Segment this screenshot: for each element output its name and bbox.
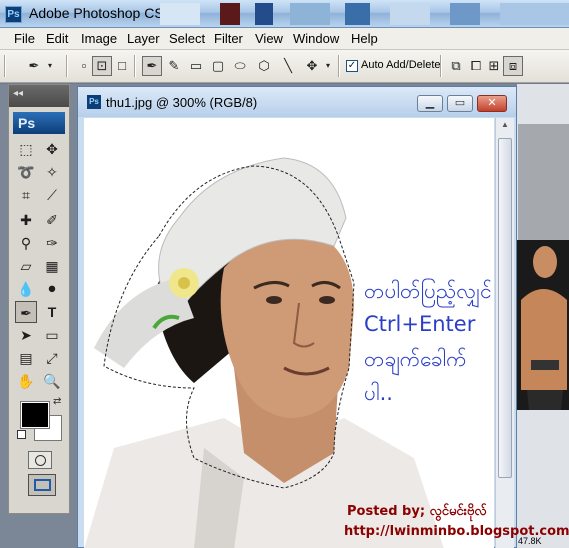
document-title-bar[interactable]: Ps thu1.jpg @ 300% (RGB/8) ▁ ▭ ✕ [78, 87, 516, 117]
marquee-tool-icon[interactable]: ⬚ [15, 138, 37, 160]
pen-tool-selected-icon[interactable]: ✒ [15, 301, 37, 323]
options-separator-2 [134, 55, 136, 77]
menu-filter[interactable]: Filter [214, 31, 243, 46]
document-icon: Ps [87, 95, 101, 109]
background-document-top [518, 124, 569, 240]
menu-view[interactable]: View [255, 31, 283, 46]
photoshop-app-window: Ps Adobe Photoshop CS3 File Edit Image L… [0, 0, 569, 548]
options-separator [66, 55, 68, 77]
menu-layer[interactable]: Layer [127, 31, 160, 46]
scroll-up-arrow-icon[interactable]: ▲ [498, 120, 512, 133]
maximize-button[interactable]: ▭ [447, 95, 473, 112]
paths-mode-icon[interactable]: ⊡ [92, 56, 112, 76]
menu-window[interactable]: Window [293, 31, 339, 46]
polygon-shape-icon[interactable]: ⬡ [254, 56, 274, 76]
screen-mode-button[interactable] [28, 474, 56, 496]
tool-options-bar: ✒ ▾ ▫ ⊡ □ ✒ ✎ ▭ ▢ ⬭ ⬡ ╲ ✥ ▾ ✓ Auto Add/D… [0, 50, 569, 83]
pen-tool-preset-icon[interactable]: ✒ [24, 56, 44, 76]
exclude-path-icon[interactable]: ⧈ [503, 56, 523, 76]
rounded-rectangle-icon[interactable]: ▢ [208, 56, 228, 76]
healing-brush-tool-icon[interactable]: ✚ [15, 209, 37, 231]
minimize-button[interactable]: ▁ [417, 95, 443, 112]
fill-pixels-icon[interactable]: □ [112, 56, 132, 76]
custom-shape-icon[interactable]: ✥ [302, 56, 322, 76]
tools-panel: ◂◂ Ps ⬚ ✥ ➰ ✧ ⌗ ⟋ ✚ ✐ ⚲ ✑ ▱ ▦ 💧 ⚫ ✒ T ➤ … [8, 84, 70, 514]
menu-help[interactable]: Help [351, 31, 378, 46]
auto-add-delete-label: Auto Add/Delete [361, 59, 441, 71]
blog-url: http://lwinminbo.blogspot.com/ [344, 524, 569, 539]
app-title: Adobe Photoshop CS3 [29, 5, 172, 21]
preset-dropdown-arrow-icon[interactable]: ▾ [44, 56, 56, 76]
path-selection-tool-icon[interactable]: ➤ [15, 324, 37, 346]
instruction-line-1: တပါတ်ပြည့်လျှင် [364, 279, 492, 303]
line-shape-icon[interactable]: ╲ [278, 56, 298, 76]
background-photo-bodybuilder [517, 240, 569, 410]
move-tool-icon[interactable]: ✥ [41, 138, 63, 160]
pen-tool-icon[interactable]: ✒ [142, 56, 162, 76]
close-button[interactable]: ✕ [477, 95, 507, 112]
hand-tool-icon[interactable]: ✋ [15, 370, 37, 392]
screen-mode-icon [34, 479, 51, 491]
posted-by-credit: Posted by; လွင်မင်းဗိုလ် [347, 504, 487, 519]
quick-mask-icon [35, 455, 46, 466]
ellipse-shape-icon[interactable]: ⬭ [230, 56, 250, 76]
freeform-pen-icon[interactable]: ✎ [164, 56, 184, 76]
quick-mask-button[interactable] [28, 451, 52, 469]
options-grip [4, 55, 6, 77]
eraser-tool-icon[interactable]: ▱ [15, 255, 37, 277]
instruction-line-4: ပါ.. [364, 381, 393, 405]
title-bar-decoration [160, 3, 569, 25]
clone-stamp-tool-icon[interactable]: ⚲ [15, 232, 37, 254]
intersect-path-icon[interactable]: ⊞ [484, 56, 504, 76]
blur-tool-icon[interactable]: 💧 [15, 278, 37, 300]
crop-tool-icon[interactable]: ⌗ [15, 184, 37, 206]
rectangle-shape-icon[interactable]: ▭ [186, 56, 206, 76]
history-brush-tool-icon[interactable]: ✑ [41, 232, 63, 254]
options-separator-3 [338, 55, 340, 77]
photoshop-badge[interactable]: Ps [13, 112, 65, 134]
instruction-line-3: တချက်ခေါက် [364, 347, 467, 371]
vertical-scrollbar[interactable]: ▲ [495, 118, 514, 548]
title-bar: Ps Adobe Photoshop CS3 [0, 0, 569, 28]
menu-edit[interactable]: Edit [46, 31, 68, 46]
default-colors-icon[interactable] [17, 430, 26, 439]
custom-shape-dropdown-icon[interactable]: ▾ [322, 56, 334, 76]
swap-colors-icon[interactable]: ⇄ [53, 396, 61, 407]
photoshop-logo-icon: Ps [5, 6, 22, 23]
document-title: thu1.jpg @ 300% (RGB/8) [106, 95, 258, 110]
eyedropper-tool-icon[interactable]: ⤢ [41, 347, 63, 369]
menu-image[interactable]: Image [81, 31, 117, 46]
subtract-path-icon[interactable]: ⧠ [466, 56, 486, 76]
foreground-color-swatch[interactable] [20, 401, 50, 429]
gradient-tool-icon[interactable]: ▦ [41, 255, 63, 277]
zoom-tool-icon[interactable]: 🔍 [41, 370, 63, 392]
instruction-line-2: Ctrl+Enter [364, 312, 476, 336]
collapse-panel-icon[interactable]: ◂◂ [13, 88, 23, 99]
add-to-path-icon[interactable]: ⧉ [446, 56, 466, 76]
menu-bar: File Edit Image Layer Select Filter View… [0, 28, 569, 50]
shape-layers-icon[interactable]: ▫ [74, 56, 94, 76]
magic-wand-tool-icon[interactable]: ✧ [41, 161, 63, 183]
rectangle-tool-icon[interactable]: ▭ [41, 324, 63, 346]
brush-tool-icon[interactable]: ✐ [41, 209, 63, 231]
auto-add-delete-checkbox[interactable]: ✓ [346, 60, 358, 72]
slice-tool-icon[interactable]: ⟋ [41, 184, 63, 206]
menu-file[interactable]: File [14, 31, 35, 46]
options-separator-4 [440, 55, 442, 77]
type-tool-icon[interactable]: T [41, 301, 63, 323]
dodge-tool-icon[interactable]: ⚫ [41, 278, 63, 300]
menu-select[interactable]: Select [169, 31, 205, 46]
lasso-tool-icon[interactable]: ➰ [15, 161, 37, 183]
notes-tool-icon[interactable]: ▤ [15, 347, 37, 369]
tools-panel-header[interactable]: ◂◂ [9, 85, 69, 107]
scrollbar-thumb[interactable] [498, 138, 512, 478]
